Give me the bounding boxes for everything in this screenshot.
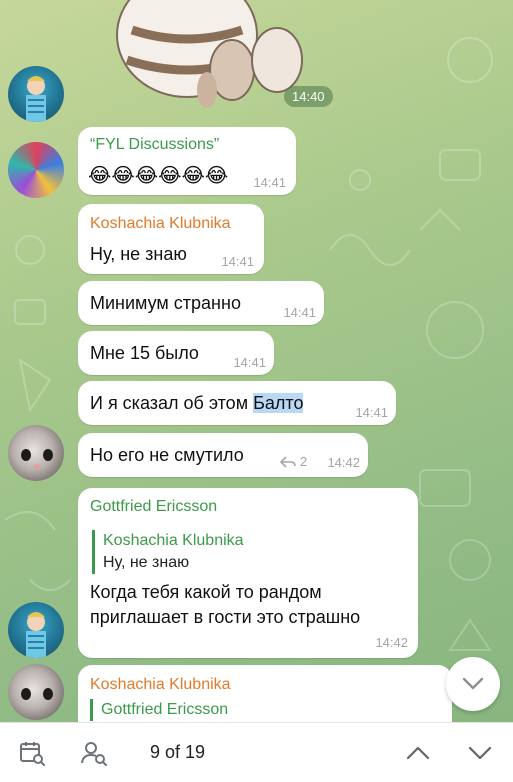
reply-quote-name: Gottfried Ericsson bbox=[101, 701, 229, 718]
calendar-search-icon bbox=[20, 742, 45, 766]
chevron-down-icon bbox=[468, 746, 492, 760]
search-navigation-bar: 9 of 19 bbox=[0, 722, 513, 782]
forward-source[interactable]: “FYL Discussions” bbox=[90, 136, 219, 154]
message-time: 14:41 bbox=[355, 405, 388, 420]
message-bubble[interactable]: Минимум странно 14:41 bbox=[78, 281, 324, 325]
search-by-date-button[interactable] bbox=[16, 737, 48, 769]
replies-indicator[interactable]: 2 bbox=[280, 454, 307, 469]
message-bubble[interactable]: И я сказал об этом Балто 14:41 bbox=[78, 381, 396, 425]
message-time: 14:41 bbox=[253, 175, 286, 190]
replies-count: 2 bbox=[300, 454, 308, 469]
sender-name[interactable]: Gottfried Ericsson bbox=[90, 498, 217, 516]
avatar[interactable] bbox=[8, 142, 64, 198]
reply-quote[interactable]: Gottfried Ericsson bbox=[90, 699, 228, 721]
message-bubble[interactable]: Но его не смутило 2 14:42 bbox=[78, 433, 368, 477]
avatar[interactable] bbox=[8, 66, 64, 122]
message-text: Ну, не знаю bbox=[90, 244, 187, 264]
message-bubble[interactable]: Gottfried Ericsson Koshachia Klubnika Ну… bbox=[78, 488, 418, 658]
sticker-time: 14:40 bbox=[284, 86, 333, 107]
message-bubble[interactable]: “FYL Discussions” 😂😂😂😂😂😂 14:41 bbox=[78, 127, 296, 195]
message-text: Мне 15 было bbox=[90, 343, 199, 363]
message-bubble[interactable]: Koshachia Klubnika Gottfried Ericsson bbox=[78, 665, 452, 722]
previous-result-button[interactable] bbox=[402, 737, 434, 769]
message-time: 14:42 bbox=[327, 455, 360, 470]
message-text-part: И я сказал об этом bbox=[90, 393, 254, 413]
avatar-image bbox=[26, 76, 46, 122]
avatar-image bbox=[21, 688, 53, 700]
avatar-image bbox=[26, 612, 46, 658]
message-text: И я сказал об этом Балто bbox=[90, 391, 304, 415]
next-result-button[interactable] bbox=[464, 737, 496, 769]
user-search-icon bbox=[81, 742, 107, 766]
message-text-line: Когда тебя какой то рандом bbox=[90, 582, 322, 602]
message-bubble[interactable]: Мне 15 было 14:41 bbox=[78, 331, 274, 375]
avatar[interactable] bbox=[8, 425, 64, 481]
message-text: Минимум странно bbox=[90, 293, 241, 313]
message-time: 14:41 bbox=[221, 254, 254, 269]
sender-name[interactable]: Koshachia Klubnika bbox=[90, 676, 231, 694]
cat-sticker[interactable] bbox=[112, 0, 312, 110]
message-bubble[interactable]: Koshachia Klubnika Ну, не знаю 14:41 bbox=[78, 204, 264, 274]
search-highlight: Балто bbox=[253, 393, 304, 413]
emoji-text: 😂😂😂😂😂😂 bbox=[88, 165, 229, 187]
reply-quote-text: Ну, не знаю bbox=[103, 554, 190, 571]
search-by-user-button[interactable] bbox=[78, 737, 110, 769]
reply-quote-name: Koshachia Klubnika bbox=[103, 532, 244, 549]
reply-arrow-icon bbox=[280, 455, 296, 468]
avatar-image bbox=[21, 449, 53, 470]
avatar[interactable] bbox=[8, 664, 64, 720]
chat-area[interactable]: 14:40 “FYL Discussions” 😂😂😂😂😂😂 14:41 Kos… bbox=[0, 0, 513, 722]
sender-name[interactable]: Koshachia Klubnika bbox=[90, 215, 231, 233]
message-time: 14:41 bbox=[233, 355, 266, 370]
message-text-line: приглашает в гости это страшно bbox=[90, 607, 361, 627]
chevron-down-icon bbox=[462, 677, 484, 690]
message-text: Но его не смутило bbox=[90, 445, 244, 465]
search-result-counter: 9 of 19 bbox=[150, 742, 206, 762]
chevron-up-icon bbox=[406, 746, 430, 760]
message-time: 14:42 bbox=[375, 635, 408, 650]
avatar[interactable] bbox=[8, 602, 64, 658]
scroll-down-button[interactable] bbox=[446, 657, 500, 711]
message-time: 14:41 bbox=[283, 305, 316, 320]
reply-quote[interactable]: Koshachia Klubnika Ну, не знаю bbox=[92, 530, 244, 574]
